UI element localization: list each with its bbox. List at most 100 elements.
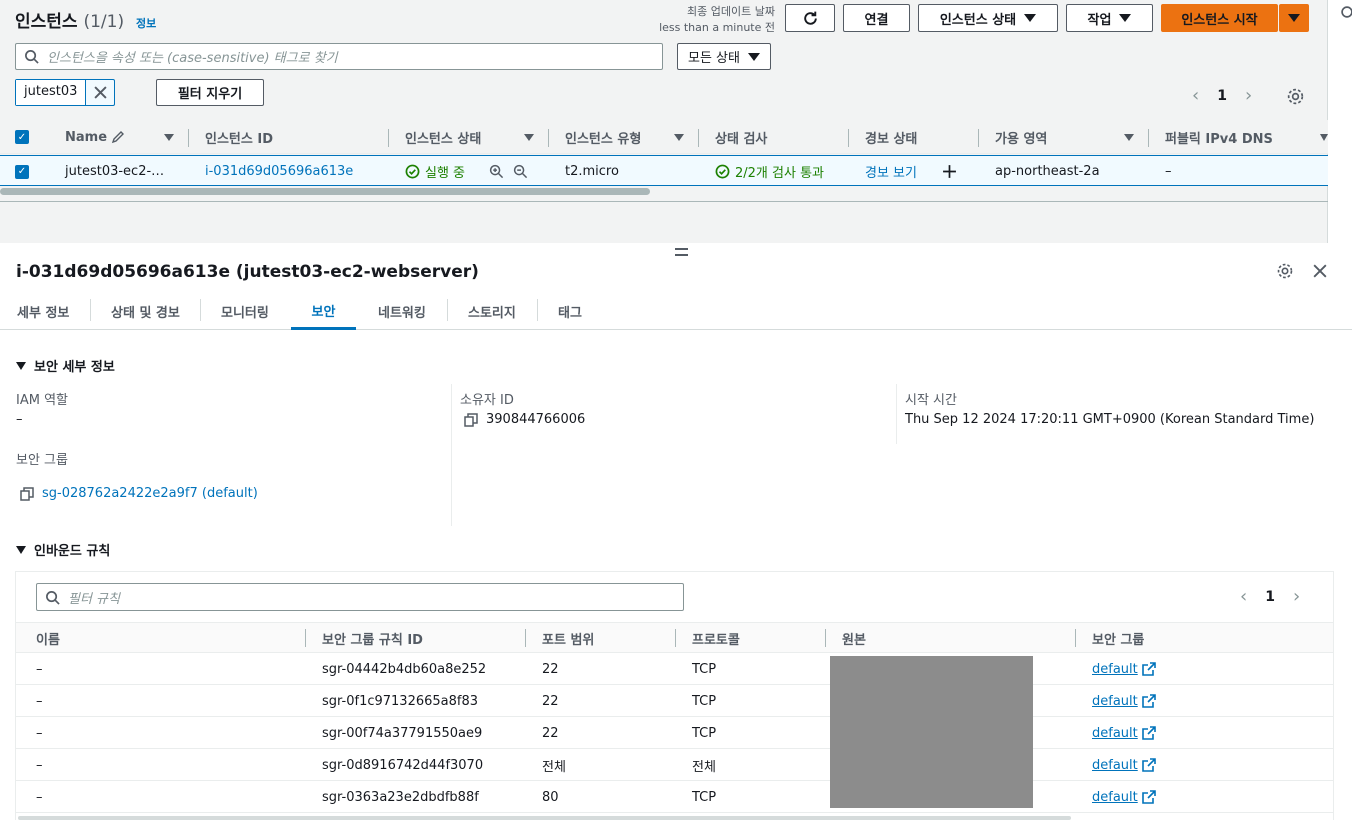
copy-icon[interactable] [20,486,34,501]
column-header-state[interactable]: 인스턴스 상태 [405,120,481,154]
rule-security-group-link[interactable]: default [1092,790,1138,805]
zoom-out-icon[interactable] [513,156,528,187]
rules-column-protocol[interactable]: 프로토콜 [692,623,740,653]
instance-search-input[interactable]: 인스턴스을 속성 또는 (case-sensitive) 태그로 찾기 [15,43,663,70]
security-group-link[interactable]: sg-028762a2422e2a9f7 (default) [42,486,258,501]
filter-chip: jutest03 [15,79,116,106]
tab-monitoring[interactable]: 모니터링 [221,293,269,330]
sort-caret-icon[interactable] [164,120,174,154]
instance-state-label: 인스턴스 상태 [939,12,1017,28]
tab-details[interactable]: 세부 정보 [17,293,69,330]
external-link-icon[interactable] [1141,726,1156,740]
sort-caret-icon[interactable] [524,120,534,154]
next-page-icon[interactable]: › [1293,586,1300,607]
column-header-name[interactable]: Name [65,120,125,154]
rule-security-group-link[interactable]: default [1092,726,1138,741]
instance-state-text: 실행 중 [425,166,466,181]
launch-instance-menu-button[interactable] [1279,4,1309,32]
remove-filter-button[interactable] [86,80,114,105]
rule-protocol: TCP [692,661,717,677]
column-header-alarm[interactable]: 경보 상태 [865,120,917,154]
checkbox-checked-icon: ✓ [15,164,29,179]
select-all-checkbox[interactable]: ✓ [15,120,29,154]
rules-current-page[interactable]: 1 [1265,589,1275,605]
column-header-id[interactable]: 인스턴스 ID [205,120,273,154]
rules-column-security-group[interactable]: 보안 그룹 [1092,623,1144,653]
owner-id-item: 390844766006 [464,412,585,427]
view-alarms-link[interactable]: 경보 보기 [865,156,917,187]
settings-icon[interactable] [1340,5,1352,19]
copy-icon[interactable] [464,412,478,427]
tab-separator [447,299,448,321]
tab-label: 스토리지 [468,306,516,321]
tab-separator [200,299,201,321]
instance-state-dropdown[interactable]: 인스턴스 상태 [918,4,1058,32]
rule-protocol: TCP [692,693,717,709]
instance-count: (1/1) [83,12,125,32]
horizontal-scrollbar[interactable] [0,188,650,195]
column-header-type[interactable]: 인스턴스 유형 [565,120,641,154]
rules-column-source[interactable]: 원본 [842,623,866,653]
rules-column-name[interactable]: 이름 [36,623,60,653]
sort-caret-icon[interactable] [1320,120,1328,154]
tab-separator [537,299,538,321]
status-check: 2/2개 검사 통과 [715,156,824,187]
instance-id-link[interactable]: i-031d69d05696a613e [205,156,353,187]
external-link-icon[interactable] [1141,662,1156,676]
column-header-dns[interactable]: 퍼블릭 IPv4 DNS [1165,120,1273,154]
next-page-icon[interactable]: › [1245,85,1252,106]
rules-column-port[interactable]: 포트 범위 [542,623,594,653]
external-link-icon[interactable] [1141,694,1156,708]
public-dns: – [1165,164,1172,179]
column-header-id-label: 인스턴스 ID [205,131,273,147]
tab-storage[interactable]: 스토리지 [468,293,516,330]
rule-security-group-link[interactable]: default [1092,758,1138,773]
rules-filter-input[interactable]: 필터 규칙 [36,583,684,611]
rule-security-group-link[interactable]: default [1092,662,1138,677]
redacted-source-block [830,656,1033,808]
sort-caret-icon[interactable] [1124,120,1134,154]
tab-label: 세부 정보 [17,306,70,321]
rules-horizontal-scrollbar[interactable] [18,816,1071,820]
prev-page-icon[interactable]: ‹ [1240,586,1247,607]
rule-security-group-link[interactable]: default [1092,694,1138,709]
rule-port: 80 [542,789,559,805]
info-link[interactable]: 정보 [136,17,156,30]
tab-networking[interactable]: 네트워킹 [378,293,426,330]
zoom-in-icon[interactable] [489,156,504,187]
check-circle-icon [405,164,420,179]
tab-tags[interactable]: 태그 [558,293,582,330]
column-header-az[interactable]: 가용 영역 [995,120,1047,154]
close-icon[interactable] [1313,264,1327,278]
sort-caret-icon[interactable] [674,120,684,154]
row-checkbox[interactable]: ✓ [15,156,29,187]
rule-id: sgr-04442b4db60a8e252 [322,661,487,677]
settings-icon[interactable] [1286,87,1305,106]
clear-filters-button[interactable]: 필터 지우기 [156,79,264,106]
security-details-heading: 보안 세부 정보 [34,360,115,375]
rule-port: 22 [542,725,559,741]
table-row[interactable]: ✓ jutest03-ec2-… i-031d69d05696a613e 실행 … [0,155,1328,186]
settings-icon[interactable] [1276,262,1294,280]
rules-column-rule-id[interactable]: 보안 그룹 규칙 ID [322,623,423,653]
external-link-icon[interactable] [1141,790,1156,804]
current-page[interactable]: 1 [1217,88,1227,104]
split-panel-handle[interactable] [675,248,688,256]
column-header-status-check[interactable]: 상태 검사 [715,120,767,154]
instances-table-header: ✓ Name 인스턴스 ID 인스턴스 상태 인스턴스 유형 상태 검사 경보 … [0,120,1328,154]
tab-label: 상태 및 경보 [111,306,180,321]
column-separator [978,129,979,147]
prev-page-icon[interactable]: ‹ [1192,85,1199,106]
list-pagination: ‹ 1 › [1192,85,1252,106]
connect-button[interactable]: 연결 [843,4,910,32]
external-link-icon[interactable] [1141,758,1156,772]
refresh-button[interactable] [785,4,835,32]
add-alarm-button[interactable] [942,156,957,187]
tab-security[interactable]: 보안 [291,293,356,330]
actions-dropdown[interactable]: 작업 [1066,4,1153,32]
tab-status-alarms[interactable]: 상태 및 경보 [111,293,180,330]
inbound-rules-toggle[interactable]: 인바운드 규칙 [16,540,110,559]
security-details-toggle[interactable]: 보안 세부 정보 [16,356,115,375]
all-states-select[interactable]: 모든 상태 [677,43,771,70]
launch-instance-button[interactable]: 인스턴스 시작 [1161,4,1278,32]
